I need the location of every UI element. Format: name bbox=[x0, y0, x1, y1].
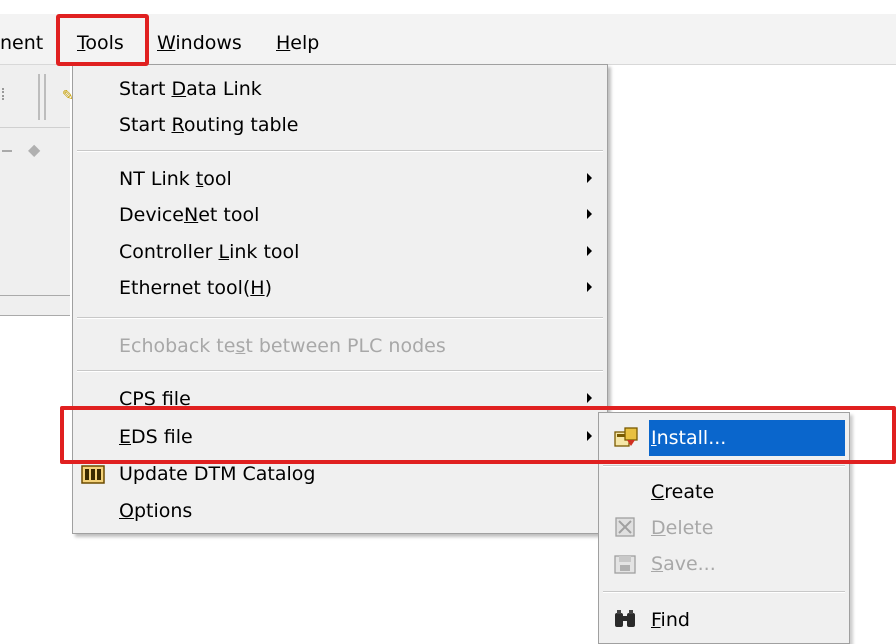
submenu-item-label: ave... bbox=[663, 553, 716, 575]
network-node-icon[interactable]: ◆ bbox=[28, 140, 54, 159]
menu-item-nt-link-tool[interactable]: NT Link tool bbox=[119, 163, 232, 195]
toolbar-tool-icon[interactable]: ✎ bbox=[62, 88, 74, 104]
save-icon bbox=[613, 552, 637, 576]
menu-item-label: ) bbox=[264, 277, 272, 299]
menu-help[interactable]: Help bbox=[276, 28, 319, 58]
menu-item-label: ool bbox=[203, 168, 232, 190]
submenu-arrow-icon bbox=[587, 246, 592, 256]
menu-item-devicenet-tool[interactable]: DeviceNet tool bbox=[119, 199, 259, 231]
menu-item-mnemonic: s bbox=[235, 335, 246, 357]
menu-windows-mnemonic: W bbox=[157, 32, 176, 54]
menu-item-start-data-link[interactable]: Start Data Link bbox=[119, 73, 262, 105]
menu-item-label: ptions bbox=[133, 500, 193, 522]
submenu-item-label: elete bbox=[665, 517, 714, 539]
menu-item-label: Start bbox=[119, 78, 172, 100]
menu-item-mnemonic: H bbox=[250, 277, 265, 299]
menu-item-controller-link-tool[interactable]: Controller Link tool bbox=[119, 236, 299, 268]
submenu-item-mnemonic: C bbox=[651, 481, 665, 503]
menu-windows[interactable]: Windows bbox=[157, 28, 242, 58]
menu-item-ethernet-tool[interactable]: Ethernet tool(H) bbox=[119, 272, 272, 304]
menu-item-mnemonic: R bbox=[171, 114, 184, 136]
submenu-arrow-icon bbox=[587, 209, 592, 219]
toolbar-separator bbox=[44, 74, 46, 120]
submenu-arrow-icon bbox=[587, 173, 592, 183]
submenu-item-mnemonic: D bbox=[651, 517, 666, 539]
menu-item-label: t between PLC nodes bbox=[245, 335, 446, 357]
submenu-item-label: reate bbox=[664, 481, 715, 503]
submenu-arrow-icon bbox=[587, 393, 592, 403]
submenu-item-find[interactable]: Find bbox=[651, 604, 690, 636]
submenu-separator bbox=[603, 465, 845, 467]
submenu-item-label: ind bbox=[660, 609, 690, 631]
menu-item-mnemonic: N bbox=[183, 204, 199, 226]
submenu-item-mnemonic: F bbox=[651, 609, 661, 631]
menu-item-mnemonic: D bbox=[171, 78, 187, 100]
menu-item-label: ink tool bbox=[229, 241, 300, 263]
menu-item-label: Controller bbox=[119, 241, 219, 263]
menu-separator bbox=[77, 370, 603, 372]
menu-component-label: nent bbox=[0, 32, 44, 54]
menu-item-label: Update DTM Catalog bbox=[119, 463, 316, 485]
menu-item-echoback-test: Echoback test between PLC nodes bbox=[119, 330, 446, 362]
pane-border bbox=[0, 315, 70, 316]
menu-item-label: Start bbox=[119, 114, 172, 136]
toolbar-grip[interactable] bbox=[2, 150, 12, 152]
catalog-icon bbox=[81, 463, 107, 485]
menu-component[interactable]: nent bbox=[0, 28, 43, 58]
toolbar-grip[interactable] bbox=[2, 88, 10, 100]
submenu-arrow-icon bbox=[587, 282, 592, 292]
menu-help-mnemonic: H bbox=[276, 32, 291, 54]
submenu-separator bbox=[603, 591, 845, 593]
menu-item-start-routing-table[interactable]: Start Routing table bbox=[119, 109, 299, 141]
menu-item-mnemonic: O bbox=[119, 500, 134, 522]
menu-item-label: et tool bbox=[198, 204, 260, 226]
menu-separator bbox=[77, 150, 603, 152]
pane-border bbox=[0, 295, 70, 296]
menu-item-label: NT Link bbox=[119, 168, 196, 190]
submenu-item-create[interactable]: Create bbox=[651, 476, 714, 508]
toolbar-area bbox=[0, 65, 70, 315]
menu-item-mnemonic: L bbox=[218, 241, 230, 263]
annotation-box-eds-file bbox=[60, 406, 896, 464]
menu-item-label: ata Link bbox=[186, 78, 262, 100]
toolbar-row-divider bbox=[0, 127, 70, 128]
toolbar-separator bbox=[38, 74, 40, 120]
menu-windows-label: indows bbox=[175, 32, 242, 54]
submenu-item-delete: Delete bbox=[651, 512, 713, 544]
delete-icon bbox=[613, 515, 637, 539]
menu-item-label: Device bbox=[119, 204, 184, 226]
submenu-item-mnemonic: S bbox=[651, 553, 664, 575]
menu-item-label: outing table bbox=[183, 114, 299, 136]
menu-item-label: Echoback te bbox=[119, 335, 236, 357]
menu-item-options[interactable]: Options bbox=[119, 495, 192, 527]
annotation-box-tools bbox=[56, 14, 149, 66]
menu-separator bbox=[77, 317, 603, 319]
submenu-item-save: Save... bbox=[651, 548, 716, 580]
binoculars-icon bbox=[613, 607, 637, 631]
menu-item-label: Ethernet tool( bbox=[119, 277, 251, 299]
menu-help-label: elp bbox=[290, 32, 320, 54]
